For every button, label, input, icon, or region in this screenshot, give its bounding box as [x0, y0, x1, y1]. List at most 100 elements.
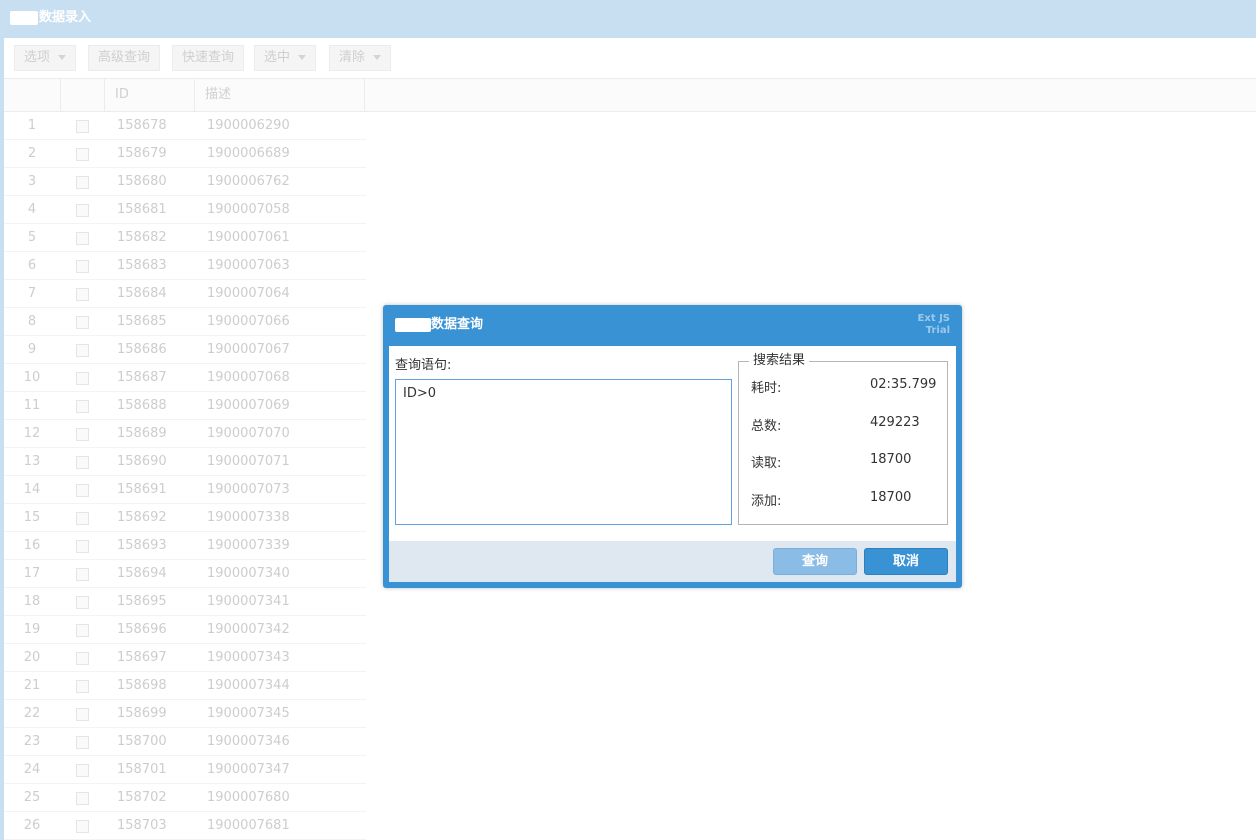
cell-desc: 1900007343 — [207, 650, 290, 665]
row-number: 7 — [27, 286, 37, 301]
row-checkbox[interactable] — [76, 260, 89, 273]
row-checkbox[interactable] — [76, 400, 89, 413]
table-row[interactable]: 17 158694 1900007340 — [4, 560, 366, 588]
elapsed-value: 02:35.799 — [870, 377, 937, 392]
query-label: 查询语句: — [395, 358, 452, 373]
table-row[interactable]: 22 158699 1900007345 — [4, 700, 366, 728]
added-label: 添加: — [751, 494, 782, 509]
clear-button[interactable]: 清除 — [329, 45, 392, 71]
row-checkbox[interactable] — [76, 708, 89, 721]
cell-desc: 1900007064 — [207, 286, 290, 301]
quick-query-button[interactable]: 快速查询 — [172, 45, 245, 71]
row-checkbox[interactable] — [76, 792, 89, 805]
row-checkbox[interactable] — [76, 120, 89, 133]
cell-desc: 1900007340 — [207, 566, 290, 581]
row-checkbox[interactable] — [76, 820, 89, 833]
cell-id: 158682 — [117, 230, 167, 245]
row-number: 9 — [27, 342, 37, 357]
row-checkbox[interactable] — [76, 428, 89, 441]
row-checkbox[interactable] — [76, 204, 89, 217]
table-row[interactable]: 12 158689 1900007070 — [4, 420, 366, 448]
table-row[interactable]: 16 158693 1900007339 — [4, 532, 366, 560]
cell-desc: 1900007680 — [207, 790, 290, 805]
row-checkbox[interactable] — [76, 148, 89, 161]
table-row[interactable]: 25 158702 1900007680 — [4, 784, 366, 812]
row-checkbox[interactable] — [76, 624, 89, 637]
cell-desc: 1900006762 — [207, 174, 290, 189]
options-button[interactable]: 选项 — [14, 45, 77, 71]
cell-id: 158684 — [117, 286, 167, 301]
table-row[interactable]: 3 158680 1900006762 — [4, 168, 366, 196]
row-number: 8 — [27, 314, 37, 329]
advanced-query-button[interactable]: 高级查询 — [88, 45, 161, 71]
table-row[interactable]: 5 158682 1900007061 — [4, 224, 366, 252]
extjs-trial-watermark: Ext JS Trial — [918, 313, 950, 337]
select-button[interactable]: 选中 — [254, 45, 317, 71]
row-checkbox[interactable] — [76, 680, 89, 693]
row-checkbox[interactable] — [76, 372, 89, 385]
row-number: 4 — [27, 202, 37, 217]
table-row[interactable]: 11 158688 1900007069 — [4, 392, 366, 420]
table-row[interactable]: 1 158678 1900006290 — [4, 112, 366, 140]
table-row[interactable]: 23 158700 1900007346 — [4, 728, 366, 756]
table-row[interactable]: 15 158692 1900007338 — [4, 504, 366, 532]
table-row[interactable]: 26 158703 1900007681 — [4, 812, 366, 840]
table-row[interactable]: 9 158686 1900007067 — [4, 336, 366, 364]
row-checkbox[interactable] — [76, 736, 89, 749]
row-number: 6 — [27, 258, 37, 273]
column-header-id[interactable]: ID — [105, 79, 195, 111]
row-checkbox[interactable] — [76, 344, 89, 357]
read-value: 18700 — [870, 452, 912, 467]
cancel-button[interactable]: 取消 — [864, 548, 948, 575]
table-row[interactable]: 10 158687 1900007068 — [4, 364, 366, 392]
table-row[interactable]: 2 158679 1900006689 — [4, 140, 366, 168]
query-input[interactable] — [395, 379, 732, 525]
row-checkbox[interactable] — [76, 456, 89, 469]
row-number: 3 — [27, 174, 37, 189]
row-checkbox[interactable] — [76, 232, 89, 245]
row-checkbox[interactable] — [76, 540, 89, 553]
chevron-down-icon — [298, 55, 307, 60]
row-number: 25 — [23, 790, 41, 805]
cell-desc: 1900007066 — [207, 314, 290, 329]
table-row[interactable]: 6 158683 1900007063 — [4, 252, 366, 280]
row-number: 22 — [23, 706, 41, 721]
checkbox-header[interactable] — [61, 79, 105, 111]
table-row[interactable]: 21 158698 1900007344 — [4, 672, 366, 700]
table-row[interactable]: 24 158701 1900007347 — [4, 756, 366, 784]
row-checkbox[interactable] — [76, 176, 89, 189]
row-checkbox[interactable] — [76, 288, 89, 301]
cell-id: 158699 — [117, 706, 167, 721]
search-results-fieldset: 搜索结果 耗时: 02:35.799 总数: 429223 读取: 18700 … — [738, 353, 948, 525]
row-checkbox[interactable] — [76, 596, 89, 609]
cell-desc: 1900007339 — [207, 538, 290, 553]
row-checkbox[interactable] — [76, 764, 89, 777]
table-row[interactable]: 19 158696 1900007342 — [4, 616, 366, 644]
row-checkbox[interactable] — [76, 512, 89, 525]
table-row[interactable]: 13 158690 1900007071 — [4, 448, 366, 476]
table-row[interactable]: 4 158681 1900007058 — [4, 196, 366, 224]
panel-title: 数据录入 — [39, 10, 92, 25]
table-row[interactable]: 7 158684 1900007064 — [4, 280, 366, 308]
total-value: 429223 — [870, 415, 920, 430]
table-row[interactable]: 8 158685 1900007066 — [4, 308, 366, 336]
cell-desc: 1900007344 — [207, 678, 290, 693]
table-row[interactable]: 14 158691 1900007073 — [4, 476, 366, 504]
dialog-header[interactable]: 数据查询 — [395, 305, 483, 345]
row-number: 12 — [23, 426, 41, 441]
row-number: 1 — [27, 118, 37, 133]
row-number: 18 — [23, 594, 41, 609]
trial-line-2: Trial — [925, 325, 950, 336]
row-checkbox[interactable] — [76, 316, 89, 329]
table-row[interactable]: 18 158695 1900007341 — [4, 588, 366, 616]
query-button[interactable]: 查询 — [773, 548, 857, 575]
row-checkbox[interactable] — [76, 484, 89, 497]
cell-id: 158692 — [117, 510, 167, 525]
cell-id: 158698 — [117, 678, 167, 693]
cell-id: 158697 — [117, 650, 167, 665]
cell-desc: 1900007345 — [207, 706, 290, 721]
row-checkbox[interactable] — [76, 568, 89, 581]
column-header-desc[interactable]: 描述 — [195, 79, 365, 111]
table-row[interactable]: 20 158697 1900007343 — [4, 644, 366, 672]
row-checkbox[interactable] — [76, 652, 89, 665]
